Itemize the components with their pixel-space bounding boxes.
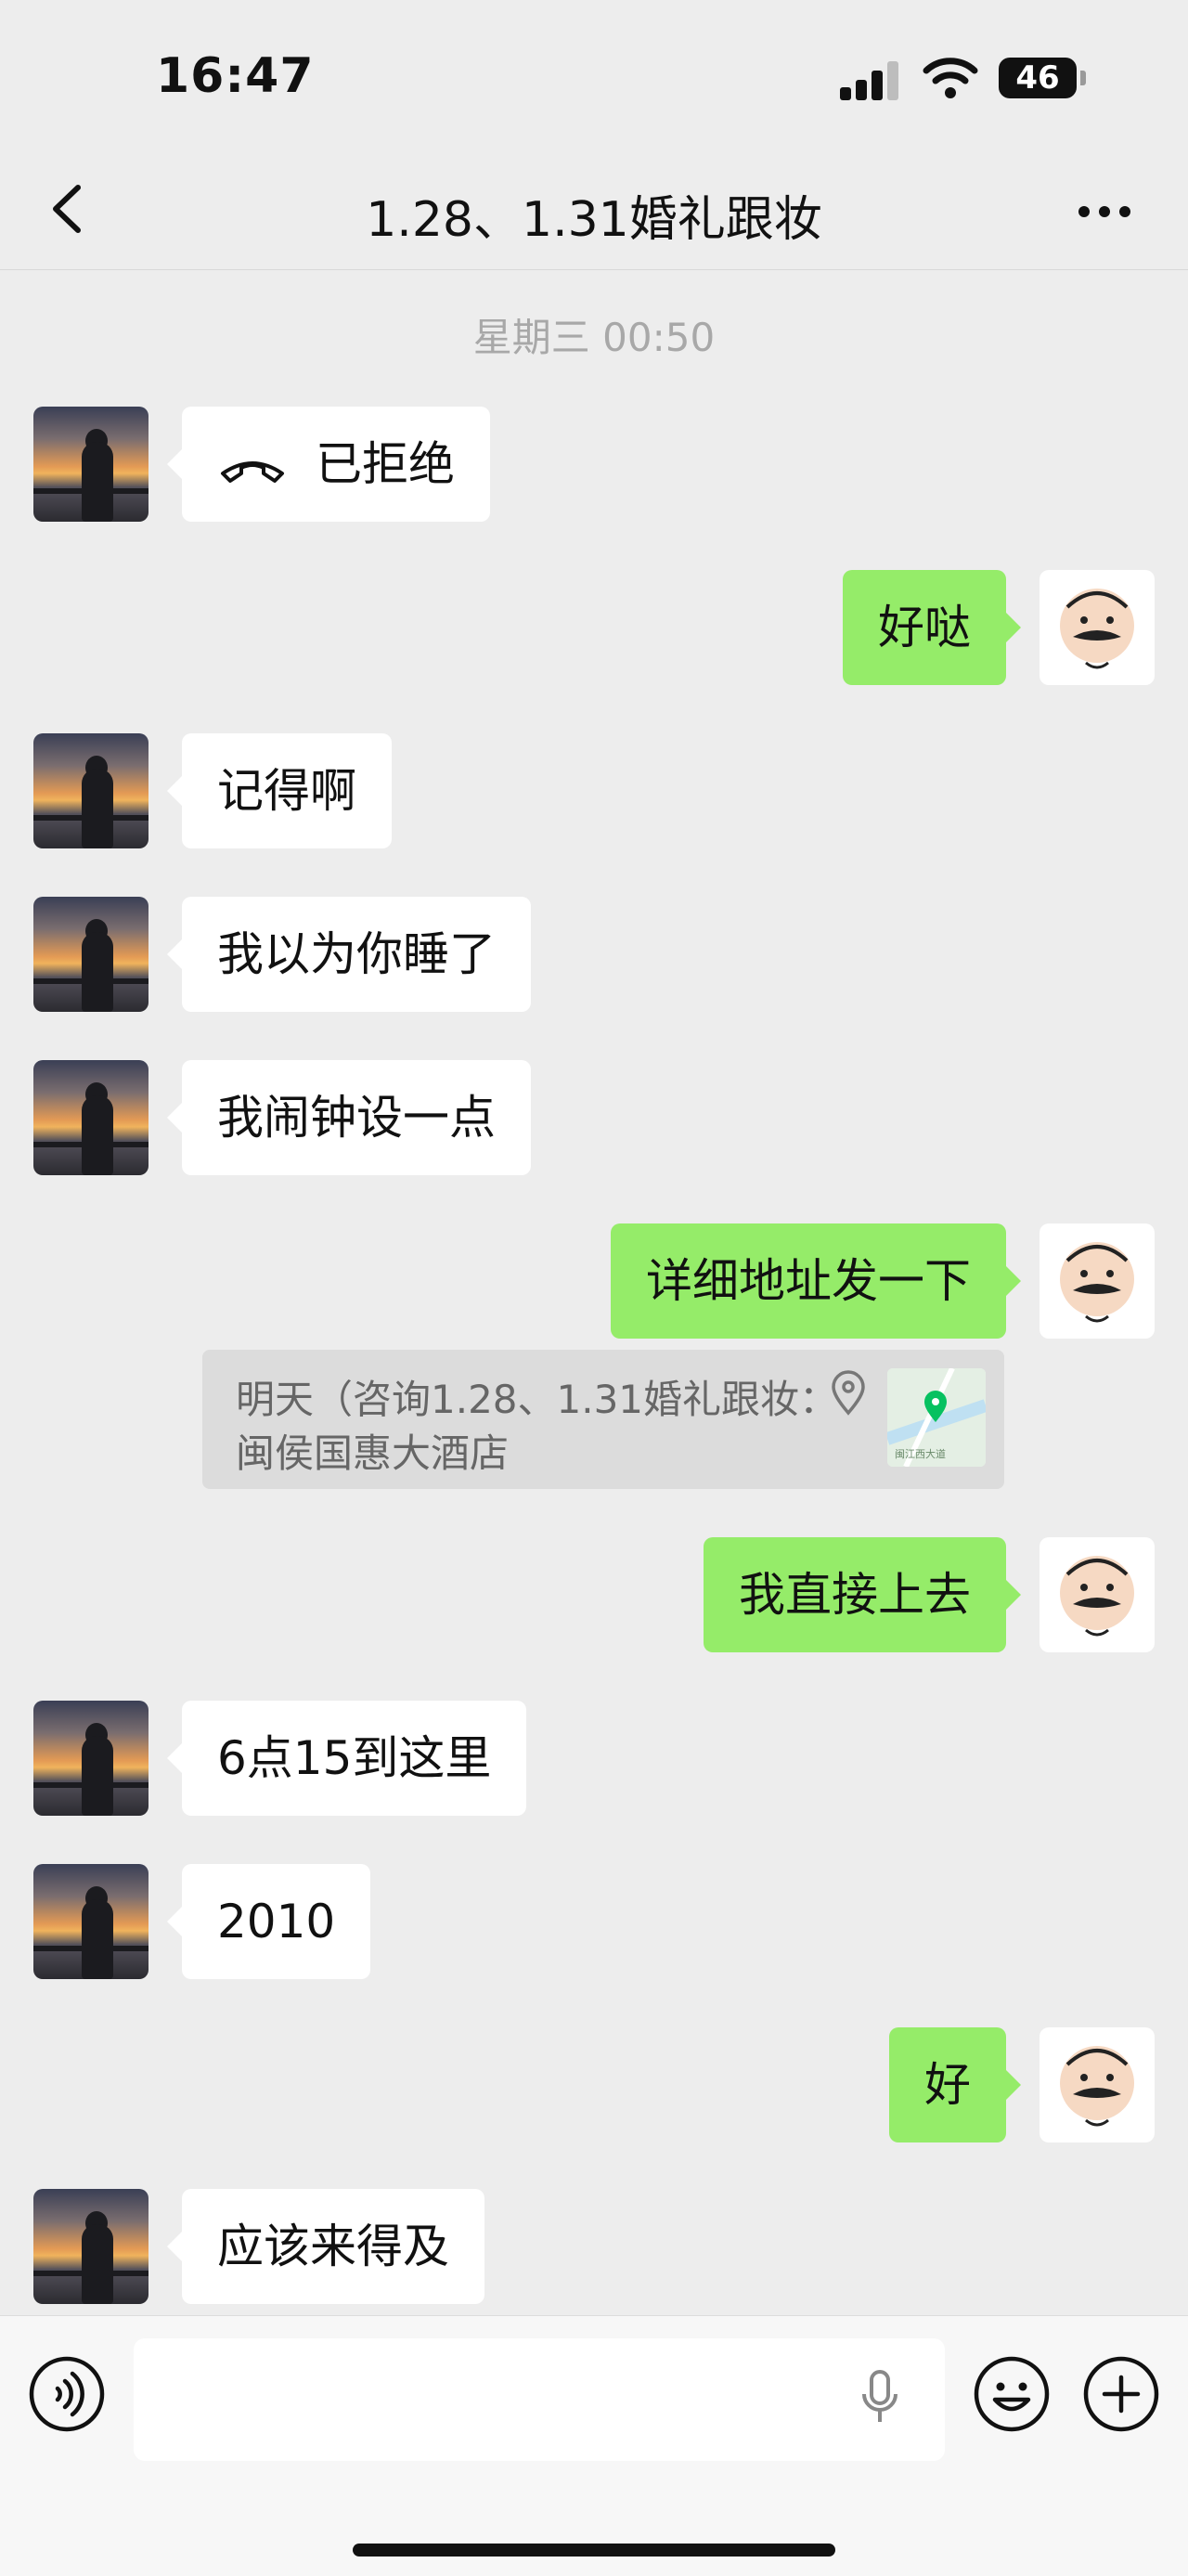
- battery-cap: [1080, 71, 1086, 85]
- message-bubble-outgoing[interactable]: 好哒: [843, 570, 1021, 685]
- self-avatar[interactable]: [1040, 1537, 1155, 1652]
- cartoon-avatar-icon: [1060, 1556, 1134, 1637]
- chat-title: 1.28、1.31婚礼跟妆: [366, 192, 822, 248]
- message-bubble-outgoing[interactable]: 详细地址发一下: [611, 1223, 1021, 1339]
- message-bubble-incoming[interactable]: 我闹钟设一点: [167, 1060, 531, 1175]
- message-timestamp: 星期三 00:50: [472, 315, 716, 360]
- contact-avatar[interactable]: [33, 897, 148, 1012]
- status-time: 16:47: [156, 48, 315, 104]
- map-label: 闽江西大道: [895, 1447, 946, 1460]
- status-bar: 16:47 46: [0, 0, 1188, 158]
- voice-input-icon[interactable]: [28, 2355, 106, 2433]
- message-input[interactable]: [134, 2338, 945, 2461]
- more-options-icon[interactable]: [1075, 193, 1134, 230]
- contact-avatar[interactable]: [33, 733, 148, 848]
- signal-icon: [840, 59, 899, 100]
- cartoon-avatar-icon: [1060, 1242, 1134, 1323]
- message-bubble-incoming[interactable]: 记得啊: [167, 733, 392, 848]
- message-bubble-incoming[interactable]: 我以为你睡了: [167, 897, 531, 1012]
- message-text: 6点15到这里: [217, 1731, 492, 1785]
- message-text: 应该来得及: [217, 2220, 449, 2273]
- emoji-icon[interactable]: [973, 2355, 1051, 2433]
- message-text: 已拒绝: [316, 437, 455, 491]
- contact-avatar[interactable]: [33, 407, 148, 522]
- map-icon: 闽江西大道: [887, 1368, 986, 1467]
- message-input-bar: [0, 2315, 1188, 2576]
- message-text: 记得啊: [217, 764, 356, 818]
- cartoon-avatar-icon: [1060, 589, 1134, 669]
- message-bubble-outgoing[interactable]: 好: [889, 2027, 1021, 2142]
- more-functions-icon[interactable]: [1082, 2355, 1160, 2433]
- message-text: 我闹钟设一点: [217, 1091, 496, 1145]
- contact-avatar[interactable]: [33, 1060, 148, 1175]
- map-thumbnail[interactable]: 闽江西大道: [887, 1368, 986, 1467]
- self-avatar[interactable]: [1040, 2027, 1155, 2142]
- message-bubble-incoming[interactable]: 应该来得及: [167, 2189, 484, 2304]
- message-text: 我直接上去: [739, 1568, 971, 1622]
- message-text: 好哒: [878, 601, 971, 654]
- quoted-location-message[interactable]: 明天（咨询1.28、1.31婚礼跟妆： 闽侯国惠大酒店 闽江西大道: [202, 1350, 1004, 1489]
- wifi-icon: [923, 58, 978, 98]
- battery-level: 46: [1015, 59, 1060, 97]
- self-avatar[interactable]: [1040, 1223, 1155, 1339]
- cartoon-avatar-icon: [1060, 2046, 1134, 2127]
- contact-avatar[interactable]: [33, 2189, 148, 2304]
- message-bubble-outgoing[interactable]: 我直接上去: [704, 1537, 1021, 1652]
- message-text: 2010: [217, 1895, 336, 1948]
- contact-avatar[interactable]: [33, 1864, 148, 1979]
- location-pin-icon: [832, 1370, 865, 1416]
- message-bubble-incoming[interactable]: 6点15到这里: [166, 1701, 527, 1816]
- chat-header: 1.28、1.31婚礼跟妆: [0, 158, 1188, 270]
- message-bubble-incoming[interactable]: 已拒绝: [167, 407, 490, 522]
- contact-avatar[interactable]: [33, 1701, 148, 1816]
- message-text: 详细地址发一下: [646, 1254, 971, 1308]
- battery-icon: 46: [999, 58, 1077, 98]
- phone-declined-icon: [221, 460, 284, 483]
- home-indicator[interactable]: [353, 2544, 835, 2557]
- message-text: 好: [924, 2058, 971, 2112]
- microphone-icon[interactable]: [859, 2368, 900, 2427]
- message-text: 我以为你睡了: [217, 927, 496, 981]
- quote-text-line2: 闽侯国惠大酒店: [236, 1430, 510, 1476]
- message-bubble-incoming[interactable]: 2010: [166, 1864, 371, 1979]
- quote-text-line1: 明天（咨询1.28、1.31婚礼跟妆：: [236, 1377, 839, 1422]
- self-avatar[interactable]: [1040, 570, 1155, 685]
